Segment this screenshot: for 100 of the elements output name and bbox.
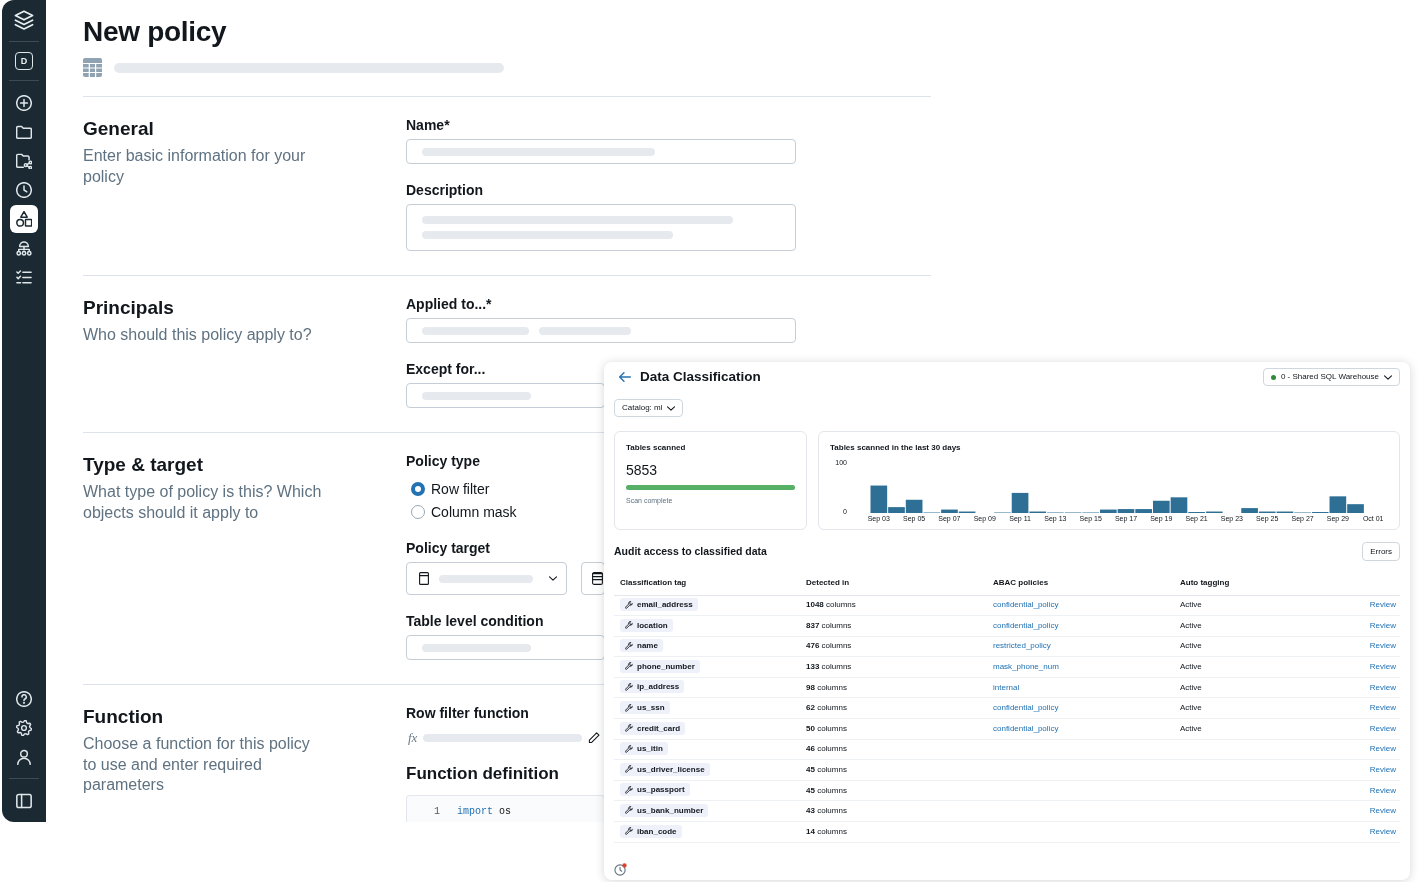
policy-link[interactable]: confidential_policy — [993, 620, 1059, 630]
page-title: New policy — [83, 15, 227, 49]
wrench-icon — [625, 662, 633, 671]
back-arrow-icon[interactable] — [619, 372, 631, 382]
radio-button[interactable] — [411, 482, 425, 496]
review-link[interactable]: Review — [1369, 744, 1396, 754]
column-header: Detected in — [800, 572, 987, 595]
section-description: Who should this policy apply to? — [83, 325, 313, 345]
user-icon — [16, 749, 32, 765]
code-line: import os — [457, 805, 512, 819]
policy-link[interactable]: confidential_policy — [993, 723, 1059, 733]
table-icon — [419, 572, 429, 585]
tag-chip[interactable]: us_driver_license — [620, 762, 710, 776]
field-label: Applied to...* — [406, 295, 492, 313]
tag-chip[interactable]: us_itin — [620, 742, 668, 756]
policy-link[interactable]: internal — [993, 682, 1020, 692]
tag-chip[interactable]: iban_code — [620, 824, 682, 838]
tag-chip[interactable]: phone_number — [620, 659, 700, 673]
table-icon — [83, 58, 102, 77]
field-label: Policy type — [406, 452, 480, 470]
chart-title: Tables scanned in the last 30 days — [830, 442, 961, 454]
wrench-icon — [625, 765, 633, 774]
policy-link[interactable]: confidential_policy — [993, 703, 1059, 713]
table-cell: 14 columns — [800, 821, 987, 843]
layers-icon[interactable] — [14, 10, 34, 30]
table-cell: Active — [1174, 636, 1355, 657]
section-title: Function — [83, 705, 164, 729]
review-link[interactable]: Review — [1369, 806, 1396, 816]
table-cell: 837 columns — [800, 615, 987, 637]
field-label: Function definition — [406, 763, 559, 785]
clock-icon — [16, 182, 32, 198]
catalog-dropdown[interactable]: Catalog: ml — [614, 399, 684, 417]
settings-icon — [16, 720, 32, 736]
select-field[interactable] — [406, 562, 567, 595]
clock-alert-icon[interactable] — [614, 863, 627, 876]
wrench-icon — [625, 703, 633, 712]
folder-nodes-icon — [16, 153, 32, 169]
help-icon — [16, 691, 32, 707]
table-cell: Active — [1174, 718, 1355, 740]
line-number: 1 — [434, 805, 440, 819]
chevron-down-icon — [1384, 374, 1392, 380]
review-link[interactable]: Review — [1369, 620, 1396, 630]
policy-link[interactable]: restricted_policy — [993, 641, 1051, 651]
shapes-icon — [16, 211, 32, 227]
table-cell: Active — [1174, 615, 1355, 637]
review-link[interactable]: Review — [1369, 600, 1396, 610]
tag-chip[interactable]: ip_address — [620, 680, 685, 694]
tag-chip[interactable]: credit_card — [620, 721, 686, 735]
sidebar-toggle-icon — [16, 793, 32, 809]
plus-circle-icon — [16, 95, 32, 111]
policy-link[interactable]: confidential_policy — [993, 600, 1059, 610]
status-dot-icon — [1270, 374, 1276, 380]
review-link[interactable]: Review — [1369, 662, 1396, 672]
radio-button[interactable] — [411, 505, 425, 519]
section-description: Enter basic information for your policy — [83, 146, 307, 187]
input-field[interactable] — [406, 383, 605, 408]
tag-chip[interactable]: us_bank_number — [620, 804, 709, 817]
review-link[interactable]: Review — [1369, 682, 1396, 692]
wrench-icon — [625, 827, 633, 836]
input-field[interactable] — [406, 635, 605, 660]
workspace-badge[interactable]: D — [15, 52, 33, 70]
table-cell: Active — [1174, 677, 1355, 698]
review-link[interactable]: Review — [1369, 641, 1396, 651]
column-header: Auto tagging — [1174, 572, 1355, 595]
section-title: General — [83, 117, 154, 141]
section-description: What type of policy is this? Which objects should it apply to — [83, 482, 323, 523]
field-label: Description — [406, 181, 483, 199]
section-description: Choose a function for this policy to use and enter required parameters — [83, 734, 311, 795]
policy-link[interactable]: mask_phone_num — [993, 662, 1059, 672]
wrench-icon — [625, 621, 633, 630]
errors-button[interactable]: Errors — [1362, 542, 1400, 561]
input-field[interactable] — [406, 139, 796, 164]
pencil-icon[interactable] — [588, 732, 600, 744]
input-field[interactable] — [406, 318, 796, 343]
panel-title: Data Classification — [640, 368, 761, 386]
warehouse-dropdown[interactable]: 0 - Shared SQL Warehouse — [1262, 368, 1400, 386]
tag-chip[interactable]: us_ssn — [620, 701, 670, 714]
review-link[interactable]: Review — [1369, 826, 1396, 836]
tag-chip[interactable]: name — [620, 639, 663, 653]
code-editor[interactable]: 1 import os — [406, 795, 605, 822]
function-icon: fx — [406, 731, 418, 745]
column-header: Classification tag — [614, 572, 800, 595]
nav-button[interactable] — [10, 205, 38, 233]
review-link[interactable]: Review — [1369, 723, 1396, 733]
review-link[interactable]: Review — [1369, 785, 1396, 795]
checklist-icon — [16, 269, 32, 285]
review-link[interactable]: Review — [1369, 765, 1396, 775]
table-cell: 98 columns — [800, 677, 987, 698]
card-title: Tables scanned — [626, 442, 686, 454]
select-field[interactable] — [581, 562, 605, 595]
field-label: Policy target — [406, 539, 491, 557]
review-link[interactable]: Review — [1369, 703, 1396, 713]
section-title: Type & target — [83, 453, 203, 477]
wrench-icon — [625, 785, 633, 794]
hierarchy-icon — [16, 240, 32, 256]
field-label: Row filter function — [406, 704, 529, 722]
tag-chip[interactable]: location — [620, 618, 673, 632]
table-stack-icon — [592, 572, 603, 585]
tag-chip[interactable]: email_address — [620, 598, 698, 612]
tag-chip[interactable]: us_passport — [620, 783, 690, 797]
